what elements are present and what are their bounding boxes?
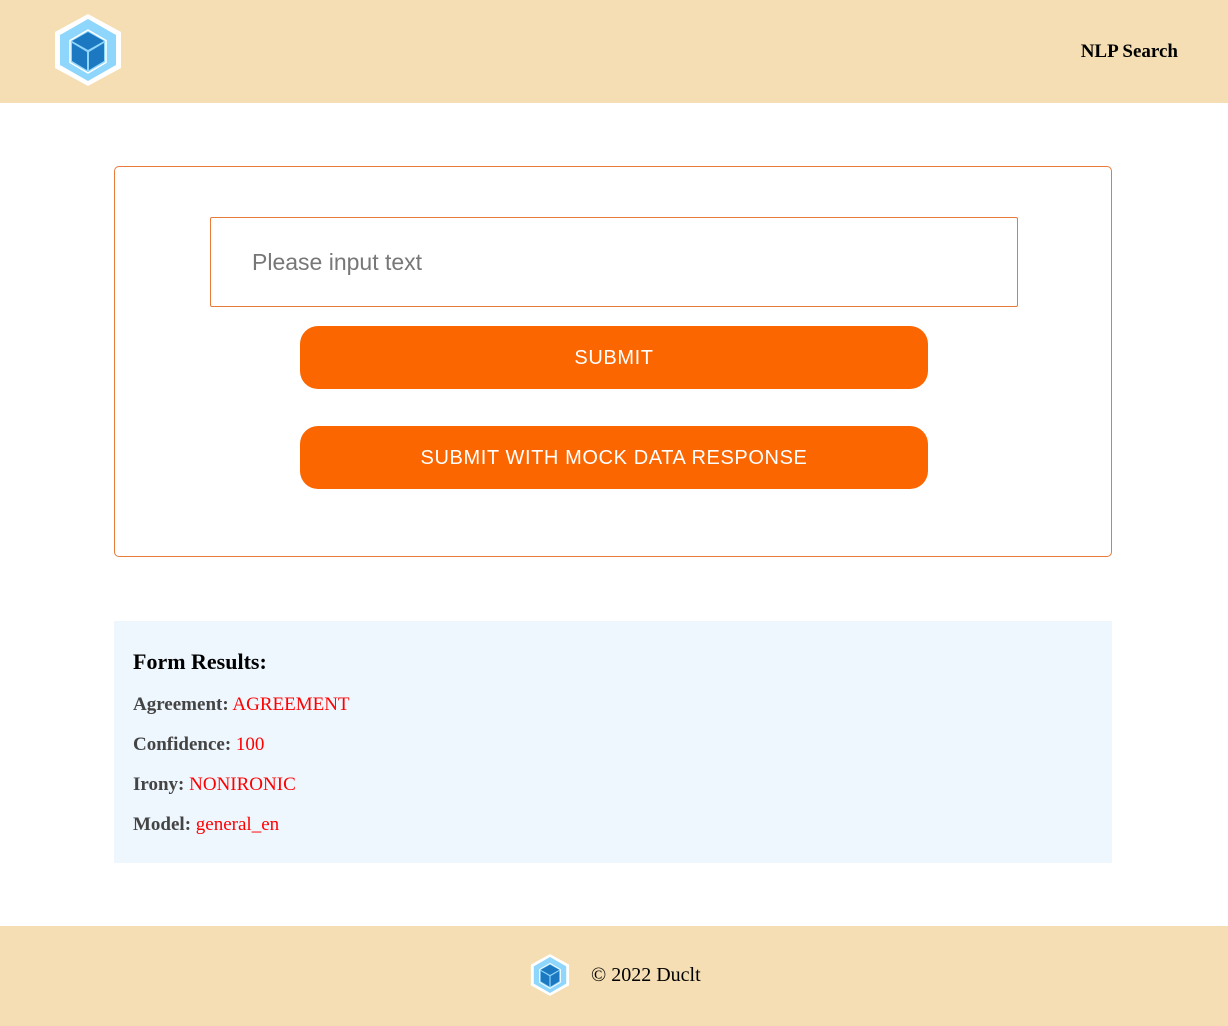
confidence-value: 100 (235, 734, 265, 755)
agreement-label: Agreement: (133, 694, 229, 715)
cube-logo-icon[interactable] (53, 12, 123, 88)
text-input[interactable] (210, 217, 1018, 307)
result-agreement: Agreement: AGREEMENT (133, 694, 350, 716)
irony-value: NONIRONIC (189, 774, 296, 795)
results-title: Form Results: (133, 649, 267, 674)
model-value: general_en (195, 814, 280, 835)
result-model: Model: general_en (133, 814, 279, 836)
form-results: Form Results: Agreement: AGREEMENT Confi… (114, 621, 1112, 863)
cube-logo-icon (530, 954, 570, 996)
search-form: SUBMIT SUBMIT WITH MOCK DATA RESPONSE (114, 166, 1112, 557)
submit-mock-button[interactable]: SUBMIT WITH MOCK DATA RESPONSE (300, 426, 928, 489)
nav-link-nlp-search[interactable]: NLP Search (1081, 41, 1178, 63)
submit-button[interactable]: SUBMIT (300, 326, 928, 389)
footer: © 2022 Duclt (0, 926, 1228, 1026)
copyright-text: © 2022 Duclt (591, 964, 701, 986)
agreement-value: AGREEMENT (232, 694, 350, 715)
irony-label: Irony: (133, 774, 185, 795)
result-confidence: Confidence: 100 (133, 734, 264, 756)
result-irony: Irony: NONIRONIC (133, 774, 296, 796)
confidence-label: Confidence: (133, 734, 232, 755)
model-label: Model: (133, 814, 192, 835)
header: NLP Search (0, 0, 1228, 103)
